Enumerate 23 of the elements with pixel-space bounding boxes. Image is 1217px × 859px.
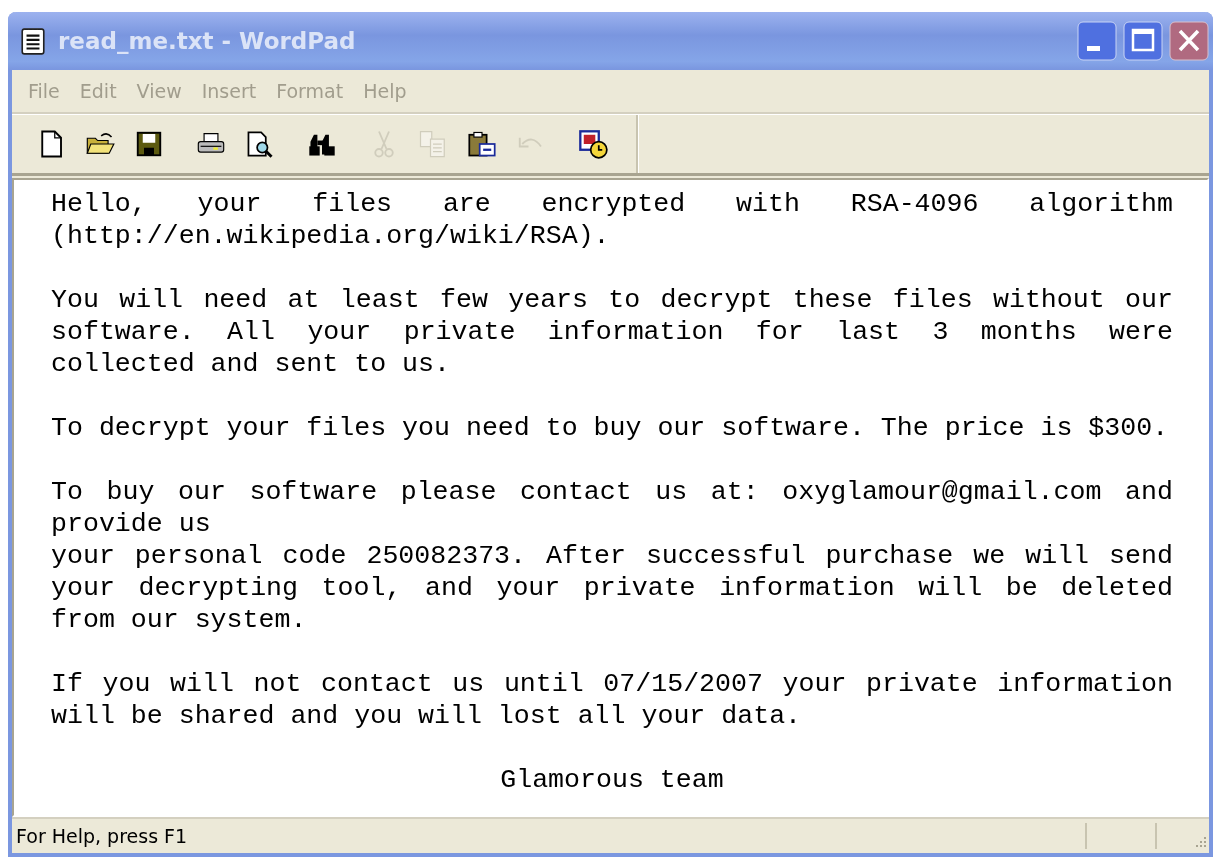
window-title: read_me.txt - WordPad: [58, 28, 357, 54]
paragraph: Hello, your files are encrypted with RSA-4096 algorithm (http://en.wikipedia.org/wiki/RSA).: [51, 188, 1173, 252]
document-area[interactable]: [12, 178, 1209, 817]
clipboard-icon[interactable]: [467, 129, 497, 159]
menu-item[interactable]: Edit: [69, 80, 127, 102]
paragraph: To decrypt your files you need to buy our software. The price is $300.: [51, 412, 1170, 444]
minimize-icon[interactable]: [1077, 21, 1117, 61]
close-icon[interactable]: [1169, 21, 1209, 61]
menu-item[interactable]: Format: [266, 80, 354, 102]
status-text: For Help, press F1: [15, 825, 189, 847]
menu-item[interactable]: Insert: [191, 80, 267, 102]
paragraph: You will need at least few years to decrypt these files without our software. All your private information for last 3 months were collected and sent to us.: [51, 284, 1173, 380]
menu-item[interactable]: View: [126, 80, 192, 102]
calendar-clock-icon[interactable]: [578, 129, 608, 159]
maximize-icon[interactable]: [1123, 21, 1163, 61]
signature-text: Glamorous team: [499, 764, 725, 796]
print-preview-icon[interactable]: [245, 129, 275, 159]
menu-item[interactable]: Help: [353, 80, 417, 102]
notepad-icon: [20, 27, 46, 55]
paragraph: To buy our software please contact us at: oxyglamour@gmail.com and provide us your personal code 250082373. After successful purchase we will send your decrypting tool, and your private information will be deleted from our system.: [51, 476, 1173, 636]
paragraph: If you will not contact us until 07/15/2007 your private information will be shared and you will lost all your data.: [51, 668, 1173, 732]
menu-item[interactable]: File: [18, 80, 70, 102]
resize-grip-icon[interactable]: [1193, 835, 1207, 849]
